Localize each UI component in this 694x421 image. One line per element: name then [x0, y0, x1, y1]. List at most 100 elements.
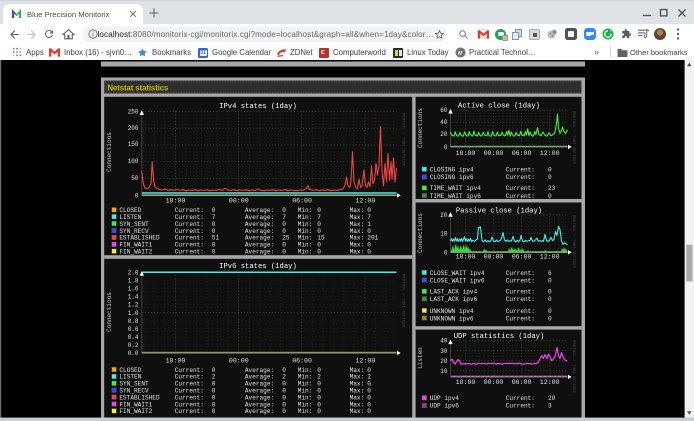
svg-text:IPv4 states (1day): IPv4 states (1day)	[219, 103, 297, 111]
svg-text:0: 0	[548, 315, 552, 322]
svg-text:LAST_ACK ipv6: LAST_ACK ipv6	[430, 296, 478, 303]
svg-text:Connections: Connections	[106, 292, 113, 332]
svg-text:CLOSING ipv4: CLOSING ipv4	[430, 167, 474, 174]
svg-text:0.2: 0.2	[128, 342, 139, 349]
svg-text:Current:: Current:	[506, 315, 535, 322]
svg-text:1.6: 1.6	[128, 286, 139, 293]
svg-text:0: 0	[548, 167, 552, 174]
svg-text:6: 6	[548, 270, 552, 277]
svg-text:06:00: 06:00	[512, 150, 532, 157]
svg-text:CLOSE_WAIT ipv6: CLOSE_WAIT ipv6	[430, 277, 485, 284]
svg-text:0: 0	[282, 408, 286, 415]
svg-text:12:00: 12:00	[540, 254, 560, 261]
svg-text:0: 0	[444, 249, 448, 256]
svg-text:150: 150	[128, 141, 139, 148]
svg-text:Current:: Current:	[506, 270, 535, 277]
svg-text:Average:: Average:	[245, 249, 274, 256]
svg-text:RRDTOOL / TOBI OETIKER: RRDTOOL / TOBI OETIKER	[401, 113, 406, 166]
svg-text:RRDTOOL / TOBI OETIKER: RRDTOOL / TOBI OETIKER	[401, 274, 406, 327]
svg-text:Current:: Current:	[175, 408, 204, 415]
svg-text:20: 20	[440, 358, 448, 365]
svg-text:Current:: Current:	[506, 395, 535, 402]
svg-text:Listen: Listen	[417, 347, 424, 369]
svg-text:06:00: 06:00	[512, 254, 532, 261]
svg-text:3: 3	[548, 403, 552, 410]
svg-text:100: 100	[128, 158, 139, 165]
svg-text:0: 0	[212, 249, 216, 256]
svg-text:TIME_WAIT ipv4: TIME_WAIT ipv4	[430, 185, 482, 192]
svg-text:FIN_WAIT2: FIN_WAIT2	[119, 408, 152, 415]
svg-text:00:00: 00:00	[229, 198, 249, 205]
svg-text:Min:: Min:	[298, 408, 313, 415]
svg-text:12:00: 12:00	[356, 198, 376, 205]
svg-text:FIN_WAIT2: FIN_WAIT2	[119, 249, 152, 256]
svg-text:0: 0	[548, 193, 552, 200]
svg-text:12:00: 12:00	[540, 379, 560, 386]
svg-text:Current:: Current:	[506, 277, 535, 284]
svg-text:UNKNOWN ipv4: UNKNOWN ipv4	[430, 308, 474, 315]
svg-text:10: 10	[440, 231, 448, 238]
svg-text:00:00: 00:00	[484, 150, 504, 157]
svg-text:200: 200	[128, 125, 139, 132]
svg-text:0: 0	[548, 308, 552, 315]
svg-text:18:00: 18:00	[456, 150, 476, 157]
svg-text:IPv6 states (1day): IPv6 states (1day)	[219, 263, 297, 271]
svg-text:00:00: 00:00	[484, 379, 504, 386]
svg-text:06:00: 06:00	[292, 357, 312, 364]
svg-text:RRDTOOL / TOBI OETIKER: RRDTOOL / TOBI OETIKER	[571, 340, 576, 393]
svg-text:50: 50	[131, 175, 139, 182]
svg-text:Max:: Max:	[350, 408, 365, 415]
svg-text:Current:: Current:	[506, 308, 535, 315]
svg-text:30: 30	[440, 348, 448, 355]
svg-text:Current:: Current:	[506, 174, 535, 181]
svg-text:Netstat statistics: Netstat statistics	[107, 84, 169, 93]
svg-text:12:00: 12:00	[356, 357, 376, 364]
svg-text:00:00: 00:00	[484, 254, 504, 261]
svg-text:2.0: 2.0	[128, 269, 139, 276]
svg-text:40: 40	[440, 119, 448, 126]
svg-text:250: 250	[128, 109, 139, 116]
svg-text:1.2: 1.2	[128, 302, 139, 309]
svg-text:Passive close (1day): Passive close (1day)	[456, 207, 542, 215]
svg-text:0.4: 0.4	[128, 334, 139, 341]
svg-text:UNKNOWN ipv6: UNKNOWN ipv6	[430, 315, 474, 322]
svg-text:18:00: 18:00	[166, 357, 186, 364]
svg-text:CLOSE_WAIT ipv4: CLOSE_WAIT ipv4	[430, 270, 485, 277]
svg-text:Max:: Max:	[350, 249, 365, 256]
svg-text:TIME_WAIT ipv6: TIME_WAIT ipv6	[430, 193, 482, 200]
svg-text:Current:: Current:	[175, 249, 204, 256]
svg-text:06:00: 06:00	[512, 379, 532, 386]
svg-text:12:00: 12:00	[540, 150, 560, 157]
svg-text:10: 10	[440, 368, 448, 375]
svg-text:0: 0	[548, 174, 552, 181]
svg-text:0: 0	[212, 408, 216, 415]
svg-text:Current:: Current:	[506, 167, 535, 174]
svg-text:LAST_ACK ipv4: LAST_ACK ipv4	[430, 289, 478, 296]
svg-text:0: 0	[548, 277, 552, 284]
svg-text:20: 20	[440, 131, 448, 138]
svg-text:40: 40	[440, 338, 448, 345]
svg-text:06:00: 06:00	[292, 198, 312, 205]
svg-text:Connections: Connections	[417, 108, 424, 148]
svg-text:Average:: Average:	[245, 408, 274, 415]
svg-text:0.8: 0.8	[128, 318, 139, 325]
svg-text:60: 60	[440, 107, 448, 114]
svg-text:20: 20	[440, 212, 448, 219]
svg-text:1.8: 1.8	[128, 278, 139, 285]
svg-text:20: 20	[548, 395, 556, 402]
svg-text:18:00: 18:00	[456, 379, 476, 386]
svg-text:UDP ipv4: UDP ipv4	[430, 395, 460, 402]
svg-text:0.6: 0.6	[128, 326, 139, 333]
svg-text:1.4: 1.4	[128, 294, 139, 301]
svg-text:18:00: 18:00	[456, 254, 476, 261]
svg-text:1.0: 1.0	[128, 310, 139, 317]
svg-text:Current:: Current:	[506, 193, 535, 200]
svg-text:18:00: 18:00	[166, 198, 186, 205]
svg-text:0: 0	[444, 144, 448, 151]
svg-text:0: 0	[367, 408, 371, 415]
svg-text:RRDTOOL / TOBI OETIKER: RRDTOOL / TOBI OETIKER	[571, 111, 576, 164]
svg-text:00:00: 00:00	[229, 357, 249, 364]
svg-text:Current:: Current:	[506, 296, 535, 303]
svg-text:0: 0	[282, 249, 286, 256]
svg-text:UDP statistics (1day): UDP statistics (1day)	[454, 333, 545, 341]
